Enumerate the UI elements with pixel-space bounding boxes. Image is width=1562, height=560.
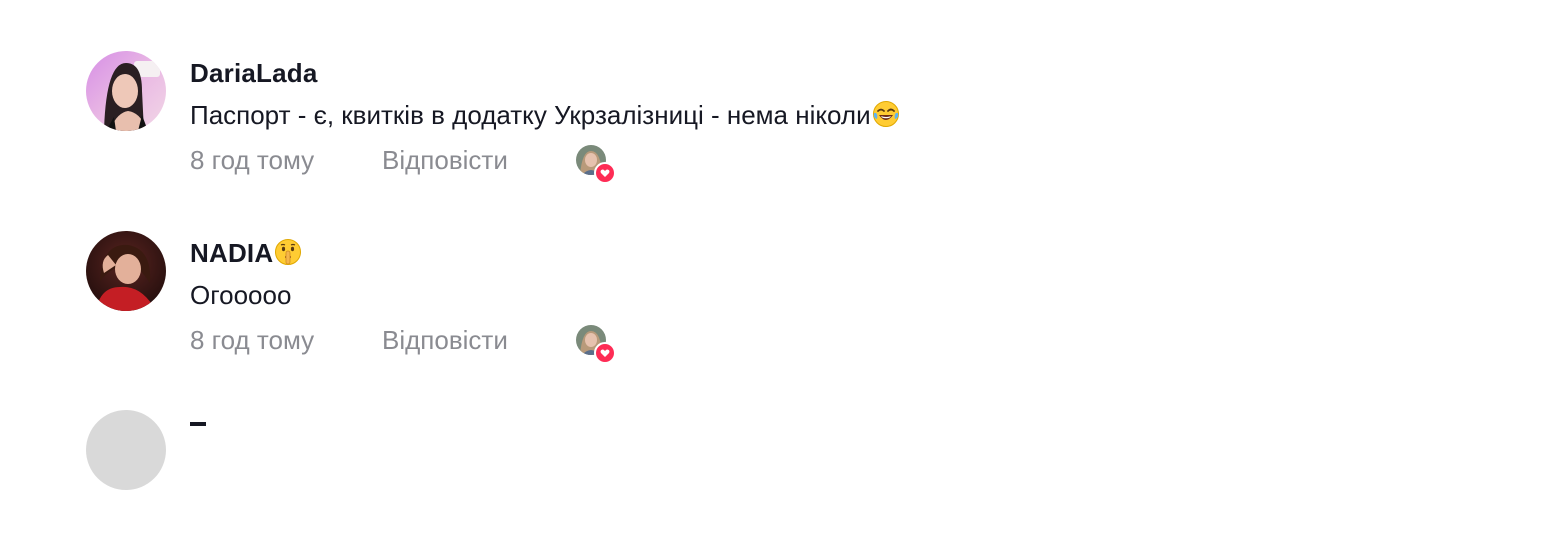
- username-text: NADIA: [190, 238, 274, 268]
- shushing-face-icon: [274, 238, 302, 272]
- creator-liked-indicator: [576, 325, 616, 364]
- comment-text: Паспорт - є, квитків в додатку Укрзалізн…: [190, 99, 900, 135]
- comment-timestamp: 8 год тому: [190, 145, 315, 175]
- username[interactable]: [190, 412, 206, 442]
- username-text: DariaLada: [190, 58, 318, 88]
- heart-icon: [594, 342, 616, 364]
- heart-icon: [594, 162, 616, 184]
- avatar[interactable]: [86, 410, 166, 490]
- creator-liked-indicator: [576, 145, 616, 184]
- reply-button[interactable]: Відповісти: [382, 143, 508, 177]
- username[interactable]: NADIA: [190, 238, 302, 272]
- face-with-tears-of-joy-icon: [872, 100, 900, 135]
- avatar[interactable]: [86, 51, 166, 131]
- comment-list: DariaLada Паспорт - є, квитків в додатку…: [0, 0, 1562, 490]
- reply-button[interactable]: Відповісти: [382, 323, 508, 357]
- comment-item: NADIA Огооооо 8 год тому Відповісти: [86, 231, 1486, 381]
- comment-text-content: Паспорт - є, квитків в додатку Укрзалізн…: [190, 100, 871, 130]
- comment-item: [86, 410, 1486, 560]
- comment-timestamp: 8 год тому: [190, 325, 315, 355]
- comment-meta: 8 год тому Відповісти: [190, 323, 790, 364]
- username[interactable]: DariaLada: [190, 58, 318, 88]
- truncated-username-fragment: [190, 422, 206, 436]
- comment-item: DariaLada Паспорт - є, квитків в додатку…: [86, 51, 1486, 201]
- comment-text: Огооооо: [190, 279, 291, 311]
- comment-meta: 8 год тому Відповісти: [190, 143, 790, 184]
- comment-text-content: Огооооо: [190, 280, 292, 310]
- avatar[interactable]: [86, 231, 166, 311]
